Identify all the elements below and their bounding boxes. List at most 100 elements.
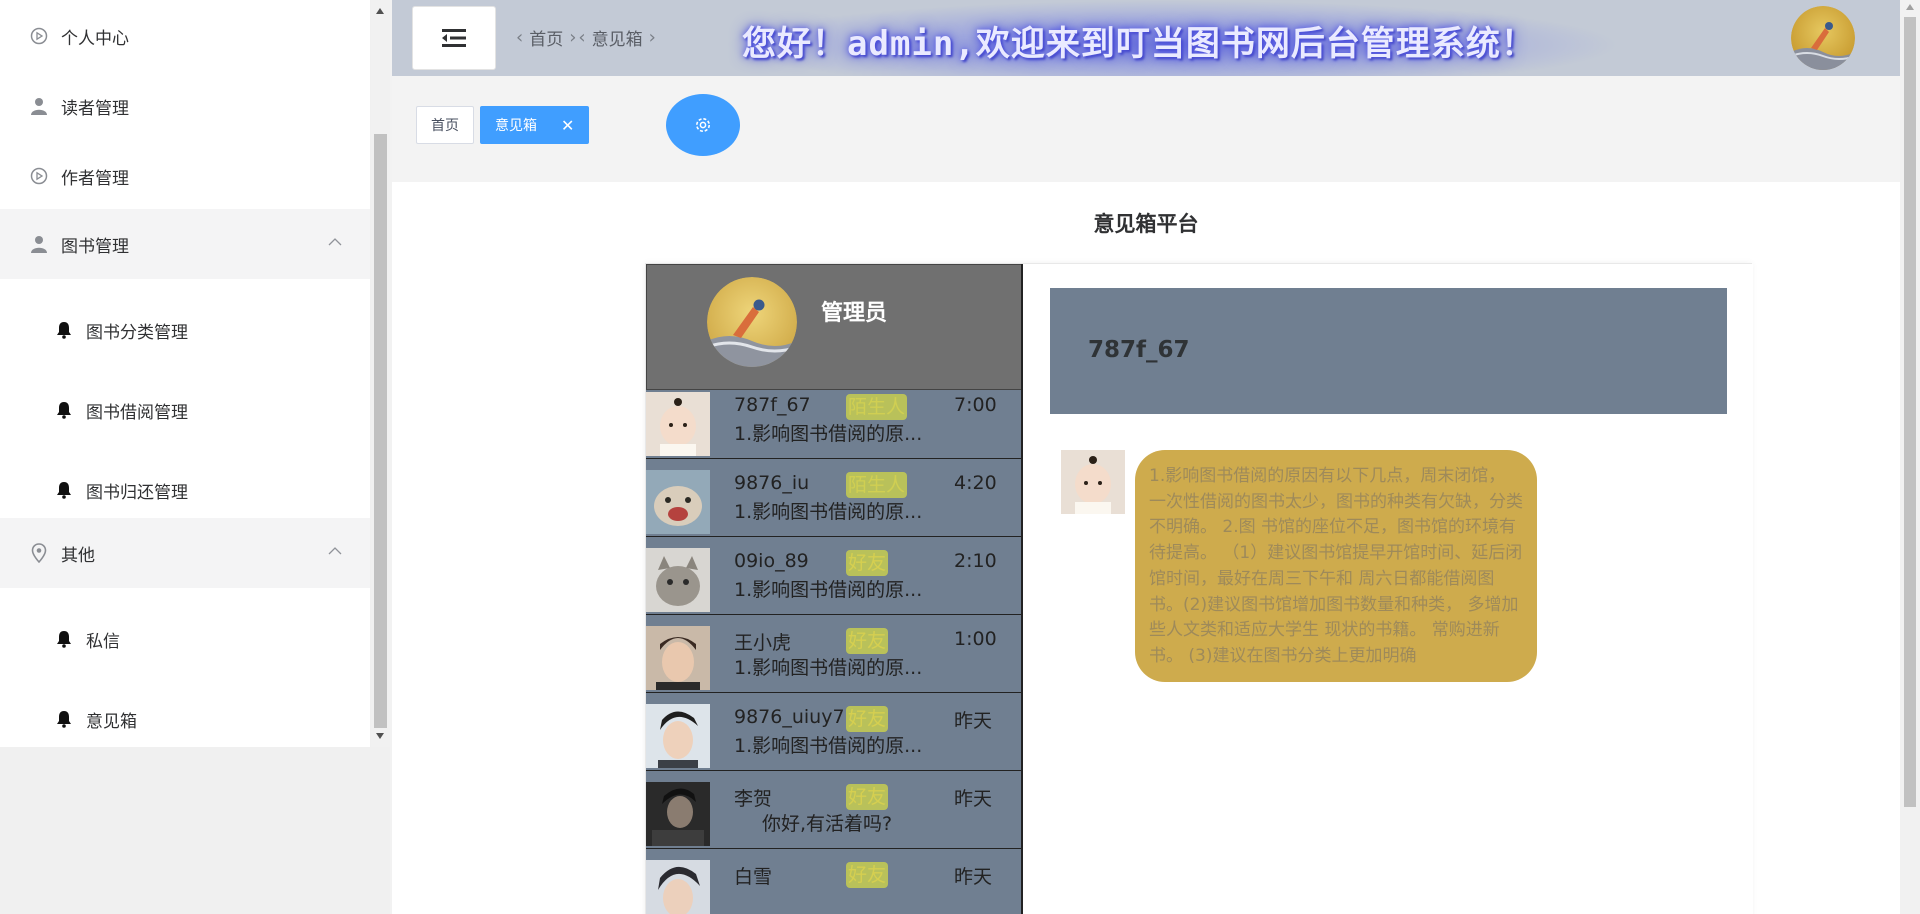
tab-label: 首页 [431, 118, 459, 134]
sidebar: 个人中心 读者管理 作者管理 图书管理 图书分类管理 图书借阅管理 图书归还管理… [0, 0, 390, 914]
close-icon[interactable]: ✕ [561, 116, 574, 135]
location-icon [29, 543, 49, 563]
tab-home[interactable]: 首页 [416, 106, 474, 144]
contact-name: 李贺 [734, 788, 773, 810]
scroll-up-arrow-icon[interactable] [1906, 4, 1914, 10]
sidebar-item-reader-management[interactable]: 读者管理 [0, 71, 370, 141]
chevron-up-icon [328, 238, 342, 246]
contact-avatar [646, 860, 710, 914]
contact-item-09io_89[interactable]: 09io_89 好友 2:10 1.影响图书借阅的原... [646, 537, 1021, 615]
contact-avatar [646, 392, 710, 456]
contact-avatar [646, 782, 710, 846]
contact-time: 昨天 [954, 788, 993, 810]
contact-item-li-he[interactable]: 李贺 好友 昨天 你好,有活着吗? [646, 771, 1021, 849]
bell-icon [55, 709, 73, 729]
bell-icon [55, 480, 73, 500]
contact-item-9876_iu[interactable]: 9876_iu 陌生人 4:20 1.影响图书借阅的原... [646, 459, 1021, 537]
sidebar-item-book-management[interactable]: 图书管理 [0, 209, 370, 279]
sidebar-item-author-management[interactable]: 作者管理 [0, 141, 370, 211]
gear-icon [696, 118, 710, 132]
contact-item-bai-xue[interactable]: 白雪 好友 昨天 [646, 849, 1021, 914]
contact-time: 4:20 [954, 472, 997, 494]
sidebar-item-label: 个人中心 [61, 28, 129, 49]
contact-preview: 1.影响图书借阅的原... [734, 735, 923, 757]
contact-item-787f_67[interactable]: 787f_67 陌生人 7:00 1.影响图书借阅的原... [646, 381, 1021, 459]
sidebar-scrollbar[interactable] [371, 0, 390, 747]
scroll-down-arrow-icon[interactable] [376, 733, 384, 739]
contact-badge: 陌生人 [846, 472, 908, 498]
tabs-bar: 首页 意见箱 ✕ [392, 76, 1900, 182]
sidebar-item-label: 读者管理 [61, 98, 129, 119]
main-scroll-thumb[interactable] [1904, 17, 1916, 807]
contact-time: 7:00 [954, 394, 997, 416]
admin-name: 管理员 [821, 301, 888, 326]
contact-name: 787f_67 [734, 394, 811, 416]
sidebar-item-label: 作者管理 [61, 168, 129, 189]
tab-label: 意见箱 [495, 118, 537, 134]
contact-badge: 好友 [846, 628, 889, 654]
contact-name: 9876_iu [734, 472, 810, 494]
contact-avatar [646, 470, 710, 534]
message-avatar [1061, 450, 1125, 514]
chevron-left-icon: ‹ [516, 27, 524, 48]
contact-preview: 1.影响图书借阅的原... [734, 657, 923, 679]
sidebar-item-label: 意见箱 [86, 711, 137, 732]
contact-name: 白雪 [734, 866, 773, 888]
sidebar-scroll-thumb[interactable] [374, 134, 387, 728]
contact-badge: 好友 [846, 862, 889, 888]
sidebar-item-personal-center[interactable]: 个人中心 [0, 1, 370, 71]
breadcrumb-home[interactable]: 首页 [529, 25, 563, 50]
main-scrollbar[interactable] [1900, 0, 1920, 914]
tab-feedback-box[interactable]: 意见箱 ✕ [480, 106, 590, 144]
menu-toggle-button[interactable] [412, 6, 496, 70]
contact-avatar [646, 548, 710, 612]
chevron-up-icon [328, 547, 342, 555]
play-circle-icon [29, 26, 49, 46]
play-circle-icon [29, 166, 49, 186]
main-content: 意见箱平台 787f_67 陌生人 7:00 1.影响图书借阅的原... 987… [392, 182, 1900, 914]
contact-name: 09io_89 [734, 550, 809, 572]
admin-profile-header: 管理员 [646, 264, 1021, 390]
sidebar-item-private-message[interactable]: 私信 [0, 599, 370, 679]
contact-preview: 1.影响图书借阅的原... [734, 579, 923, 601]
admin-avatar [707, 277, 797, 367]
breadcrumb: ‹ 首页 › ‹ 意见箱 › [510, 25, 662, 50]
sidebar-item-book-borrow[interactable]: 图书借阅管理 [0, 370, 370, 450]
contact-list[interactable]: 787f_67 陌生人 7:00 1.影响图书借阅的原... 9876_iu 陌… [646, 341, 1021, 914]
sidebar-item-label: 图书分类管理 [86, 322, 188, 343]
top-header: ‹ 首页 › ‹ 意见箱 › 您好！admin,欢迎来到叮当图书网后台管理系统！ [392, 0, 1900, 76]
breadcrumb-current[interactable]: 意见箱 [592, 25, 643, 50]
sidebar-menu: 个人中心 读者管理 作者管理 图书管理 图书分类管理 图书借阅管理 图书归还管理… [0, 0, 370, 747]
contact-avatar [646, 704, 710, 768]
menu-fold-icon [442, 29, 466, 47]
contact-panel: 787f_67 陌生人 7:00 1.影响图书借阅的原... 9876_iu 陌… [646, 264, 1023, 914]
bell-icon [55, 320, 73, 340]
contact-badge: 好友 [846, 550, 889, 576]
contact-preview: 1.影响图书借阅的原... [734, 501, 923, 523]
bell-icon [55, 629, 73, 649]
contact-name: 9876_uiuy7 [734, 706, 845, 728]
welcome-banner: 您好！admin,欢迎来到叮当图书网后台管理系统！ [742, 24, 1536, 64]
sidebar-item-label: 图书归还管理 [86, 482, 188, 503]
sidebar-item-feedback-box[interactable]: 意见箱 [0, 679, 370, 747]
contact-preview: 1.影响图书借阅的原... [734, 423, 923, 445]
settings-button[interactable] [666, 94, 740, 156]
scroll-up-arrow-icon[interactable] [376, 8, 384, 14]
contact-time: 2:10 [954, 550, 997, 572]
sidebar-item-label: 图书借阅管理 [86, 402, 188, 423]
chevron-right-icon: › [648, 27, 656, 48]
bell-icon [55, 400, 73, 420]
user-avatar[interactable] [1791, 6, 1855, 70]
contact-badge: 陌生人 [846, 394, 908, 420]
chevron-left-icon: ‹ [578, 27, 586, 48]
contact-time: 1:00 [954, 628, 997, 650]
chat-card: 787f_67 陌生人 7:00 1.影响图书借阅的原... 9876_iu 陌… [645, 263, 1753, 914]
contact-badge: 好友 [846, 706, 889, 732]
sidebar-item-book-category[interactable]: 图书分类管理 [0, 290, 370, 370]
contact-time: 昨天 [954, 710, 993, 732]
contact-badge: 好友 [846, 784, 889, 810]
contact-item-wang-xiaohu[interactable]: 王小虎 好友 1:00 1.影响图书借阅的原... [646, 615, 1021, 693]
page-title: 意见箱平台 [1093, 212, 1199, 236]
contact-item-9876_uiuy7[interactable]: 9876_uiuy7 好友 昨天 1.影响图书借阅的原... [646, 693, 1021, 771]
sidebar-item-other[interactable]: 其他 [0, 518, 370, 588]
